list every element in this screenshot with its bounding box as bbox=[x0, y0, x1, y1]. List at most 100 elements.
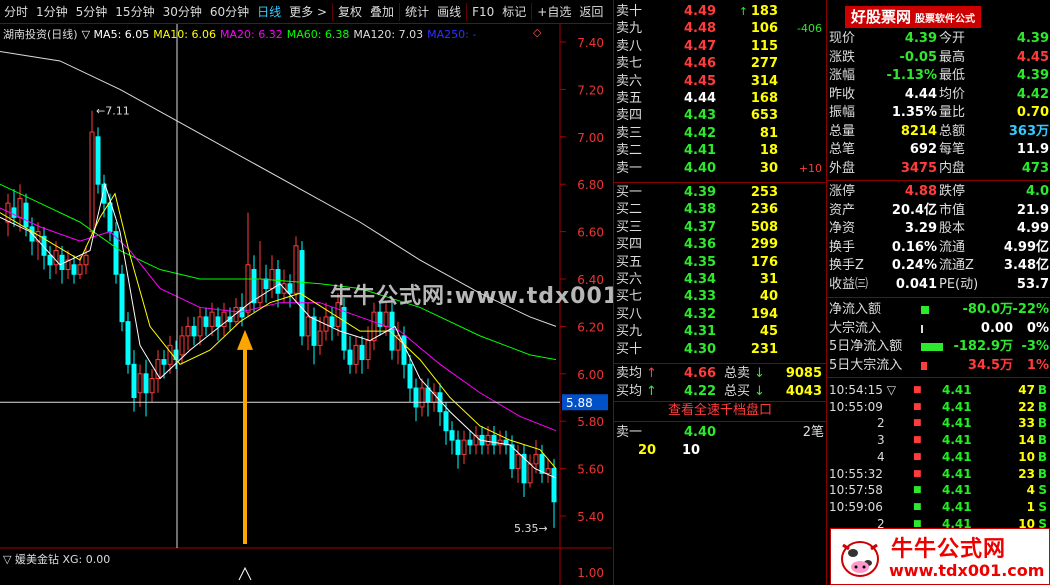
kline-chart-area[interactable]: 7.40 7.20 7.00 6.80 6.60 6.40 6.20 6.00 5.80 5.60… bbox=[0, 24, 682, 585]
candle-body bbox=[275, 269, 281, 294]
quote-row-label1: 资产 bbox=[829, 202, 856, 218]
toolbar-button-7[interactable]: 更多 > bbox=[285, 0, 331, 24]
tick-row[interactable]: 10:55:09 4.41 22 B ■ bbox=[827, 399, 1050, 415]
toolbar-button-4[interactable]: 30分钟 bbox=[159, 0, 206, 24]
tick-row[interactable]: 2 4.41 33 B ■ bbox=[827, 415, 1050, 431]
candle-body bbox=[59, 254, 65, 271]
avg-label: 买均 bbox=[616, 384, 643, 399]
capital-flow-row: 净流入额 -80.0万 -22% bbox=[827, 301, 1050, 319]
quote-row-label1: 涨幅 bbox=[829, 68, 856, 83]
tick-indicator-icon: ■ bbox=[913, 385, 922, 395]
toolbar-button-14[interactable]: +自选 bbox=[533, 0, 575, 24]
qiandang-link[interactable]: 查看全速千档盘口 bbox=[614, 402, 826, 420]
buy-level-8[interactable]: 买八 4.32 194 bbox=[614, 306, 826, 323]
sell-level-2[interactable]: 卖二 4.41 18 bbox=[614, 142, 826, 159]
toolbar-button-2[interactable]: 5分钟 bbox=[72, 0, 112, 24]
ma-legend-item: MA20: 6.32 bbox=[219, 28, 283, 41]
sell-level-4[interactable]: 卖四 4.43 653 bbox=[614, 107, 826, 124]
sell-level-3[interactable]: 卖三 4.42 81 bbox=[614, 125, 826, 142]
toolbar-button-11[interactable]: 画线 bbox=[433, 0, 465, 24]
quote-row-label2: 最高 bbox=[939, 49, 966, 65]
tick-volume: 10 bbox=[1018, 449, 1035, 464]
price-axis-label: 5.80 bbox=[577, 415, 604, 429]
tick-row[interactable]: 10:59:06 4.41 1 S ■ bbox=[827, 499, 1050, 515]
sell-level-9[interactable]: 卖九 4.48 106 -406 bbox=[614, 20, 826, 37]
buy-level-9[interactable]: 买九 4.31 45 bbox=[614, 323, 826, 340]
tick-row[interactable]: 10:55:32 4.41 23 B ■ bbox=[827, 466, 1050, 482]
sell-level-4-label: 卖四 bbox=[616, 108, 643, 124]
sell-level-6[interactable]: 卖六 4.45 314 bbox=[614, 73, 826, 90]
toolbar-button-10[interactable]: 统计 bbox=[401, 0, 433, 24]
toolbar-button-1[interactable]: 1分钟 bbox=[32, 0, 72, 24]
buy-level-1[interactable]: 买一 4.39 253 bbox=[614, 184, 826, 201]
high-price-label: ←7.11 bbox=[96, 105, 130, 118]
sell-level-10-label: 卖十 bbox=[616, 4, 643, 19]
toolbar-button-9[interactable]: 叠加 bbox=[366, 0, 398, 24]
toolbar-button-3[interactable]: 15分钟 bbox=[111, 0, 158, 24]
sell-level-10[interactable]: 卖十 4.49 183 ↑ bbox=[614, 3, 826, 20]
buy-level-2[interactable]: 买二 4.38 236 bbox=[614, 201, 826, 218]
quote-row-value1: 20.4亿 bbox=[891, 202, 937, 218]
toolbar-button-12[interactable]: F10 bbox=[468, 0, 498, 24]
buy-level-6[interactable]: 买六 4.34 31 bbox=[614, 271, 826, 288]
diamond-icon[interactable]: ◇ bbox=[533, 26, 541, 39]
tick-time: 10:55:09 bbox=[829, 399, 883, 414]
buy-level-7-label: 买七 bbox=[616, 289, 643, 305]
tick-row[interactable]: 4 4.41 10 B ■ bbox=[827, 449, 1050, 465]
tick-side: B bbox=[1037, 399, 1047, 414]
capital-flow-label: 5日大宗流入 bbox=[829, 357, 903, 373]
sell1-order-volume: 10 bbox=[682, 443, 701, 458]
toolbar-button-15[interactable]: 返回 bbox=[575, 0, 607, 24]
total-value: 4043 bbox=[785, 384, 822, 399]
buy-level-7-volume: 40 bbox=[759, 289, 778, 305]
sell-level-8[interactable]: 卖八 4.47 115 bbox=[614, 38, 826, 55]
quote-row: 资产 20.4亿 市值 21.9 bbox=[827, 202, 1050, 220]
buy-level-9-label: 买九 bbox=[616, 324, 643, 340]
price-axis-label: 6.20 bbox=[577, 320, 604, 334]
quote-row-value2: 4.99亿 bbox=[1003, 239, 1049, 255]
buy-level-6-price: 4.34 bbox=[684, 272, 717, 287]
buy-level-3-label: 买三 bbox=[616, 219, 643, 235]
candle-body bbox=[263, 278, 269, 289]
tick-price: 4.41 bbox=[942, 433, 972, 448]
tick-row[interactable]: 10:54:15 ▽ 4.41 47 B ■ bbox=[827, 382, 1050, 398]
tick-time: 10:55:32 bbox=[829, 466, 883, 481]
buy-level-4-volume: 299 bbox=[750, 237, 778, 253]
sell-up-arrow-icon: ↑ bbox=[738, 5, 748, 18]
buy-level-7[interactable]: 买七 4.33 40 bbox=[614, 288, 826, 305]
buy-level-5[interactable]: 买五 4.35 176 bbox=[614, 254, 826, 271]
candle-body bbox=[413, 387, 419, 408]
sell-level-1[interactable]: 卖一 4.40 30 +10 bbox=[614, 160, 826, 177]
toolbar-button-13[interactable]: 标记 bbox=[498, 0, 530, 24]
quote-row-value1: 4.88 bbox=[904, 184, 937, 199]
candle-body bbox=[185, 325, 191, 337]
candle-body bbox=[269, 269, 275, 289]
capital-flow-bar bbox=[921, 343, 943, 351]
toolbar-button-8[interactable]: 复权 bbox=[334, 0, 366, 24]
capital-flow-label: 大宗流入 bbox=[829, 320, 882, 336]
buy-level-4[interactable]: 买四 4.36 299 bbox=[614, 236, 826, 253]
tick-row[interactable]: 3 4.41 14 B ■ bbox=[827, 432, 1050, 448]
buy-level-10[interactable]: 买十 4.30 231 bbox=[614, 341, 826, 358]
quote-row: 昨收 4.44 均价 4.42 bbox=[827, 86, 1050, 104]
buy-level-3[interactable]: 买三 4.37 508 bbox=[614, 219, 826, 236]
sell-level-5[interactable]: 卖五 4.44 168 bbox=[614, 90, 826, 107]
candle-body bbox=[527, 463, 533, 484]
sell-level-7[interactable]: 卖七 4.46 277 bbox=[614, 55, 826, 72]
capital-flow-pct: 1% bbox=[1026, 357, 1049, 373]
toolbar-button-5[interactable]: 60分钟 bbox=[206, 0, 253, 24]
logo-name: 好股票网 bbox=[851, 8, 912, 26]
crosshair-price-label: 5.88 bbox=[566, 396, 593, 410]
toolbar-separator bbox=[399, 2, 401, 21]
tick-volume: 4 bbox=[1026, 483, 1035, 498]
quote-row-label2: 市值 bbox=[939, 202, 966, 218]
candle-body bbox=[407, 363, 413, 389]
tick-price: 4.41 bbox=[942, 416, 972, 431]
tick-side: B bbox=[1037, 383, 1047, 397]
buy-level-9-volume: 45 bbox=[759, 324, 778, 340]
total-value: 9085 bbox=[785, 366, 822, 381]
tick-row[interactable]: 10:57:58 4.41 4 S ■ bbox=[827, 482, 1050, 498]
sub-indicator-legend: ▽ 媛美金钻 XG: 0.00 bbox=[3, 553, 111, 566]
toolbar-button-0[interactable]: 分时 bbox=[0, 0, 32, 24]
toolbar-button-6[interactable]: 日线 bbox=[253, 0, 285, 24]
